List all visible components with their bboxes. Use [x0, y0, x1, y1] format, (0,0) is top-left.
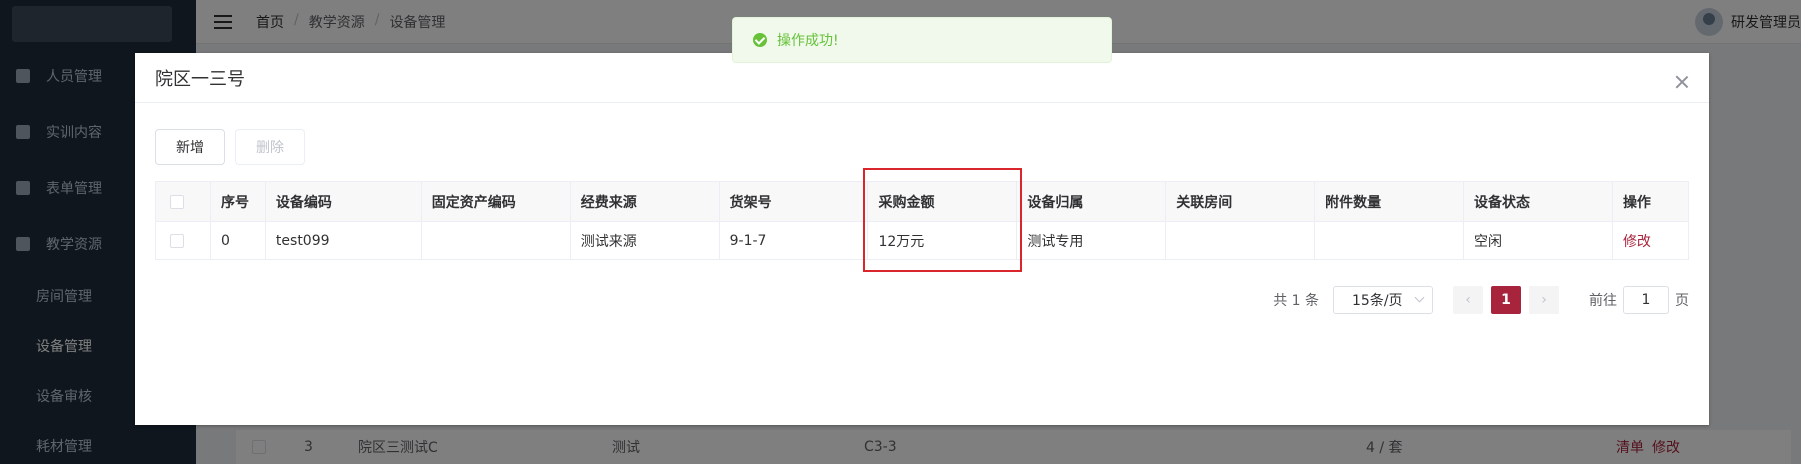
prev-page-button[interactable]: ‹: [1453, 286, 1483, 314]
cell-index: 0: [209, 221, 266, 260]
cell-shelf: 9-1-7: [718, 221, 869, 260]
cell-asset-code: [420, 221, 571, 260]
column-header: 关联房间: [1165, 181, 1316, 222]
row-checkbox[interactable]: [170, 233, 184, 248]
next-page-button[interactable]: ›: [1529, 286, 1559, 314]
column-header: 序号: [209, 181, 266, 222]
close-icon[interactable]: [1675, 75, 1689, 89]
column-header: 经费来源: [569, 181, 720, 222]
goto-page: 前往 页: [1589, 286, 1689, 314]
select-all-checkbox[interactable]: [170, 194, 184, 209]
page-size-value: 15条/页: [1352, 293, 1403, 309]
delete-button[interactable]: 删除: [235, 129, 305, 165]
column-header: 设备状态: [1463, 181, 1613, 222]
column-header: 货架号: [718, 181, 869, 222]
cell-attachments: [1314, 221, 1465, 260]
equipment-dialog: 院区一三号 新增 删除 序号 设备编码 固定资产编码 经费来源 货架号 采购金额…: [135, 53, 1709, 425]
chevron-down-icon: [1414, 292, 1425, 303]
add-button[interactable]: 新增: [155, 129, 225, 165]
goto-page-input[interactable]: [1623, 286, 1669, 314]
success-check-icon: [753, 33, 767, 47]
cell-fund-source: 测试来源: [569, 221, 720, 260]
cell-room: [1165, 221, 1316, 260]
edit-link[interactable]: 修改: [1623, 234, 1651, 250]
column-header: 附件数量: [1314, 181, 1465, 222]
success-toast: 操作成功!: [732, 17, 1112, 63]
highlight-box: [863, 168, 1022, 272]
cell-code: test099: [264, 221, 422, 260]
pagination: 共 1 条 15条/页 ‹ 1 › 前往 页: [1273, 285, 1689, 315]
toast-message: 操作成功!: [777, 33, 839, 49]
page-size-select[interactable]: 15条/页: [1333, 286, 1433, 314]
column-header: 固定资产编码: [420, 181, 571, 222]
goto-prefix: 前往: [1589, 293, 1617, 309]
cell-status: 空闲: [1463, 221, 1613, 260]
page-number[interactable]: 1: [1491, 286, 1521, 314]
column-header: 设备归属: [1016, 181, 1167, 222]
cell-owner: 测试专用: [1016, 221, 1167, 260]
pagination-total: 共 1 条: [1273, 293, 1319, 309]
column-header: 设备编码: [264, 181, 422, 222]
column-header: 操作: [1611, 181, 1690, 222]
dialog-title: 院区一三号: [155, 68, 245, 90]
goto-suffix: 页: [1675, 293, 1689, 309]
